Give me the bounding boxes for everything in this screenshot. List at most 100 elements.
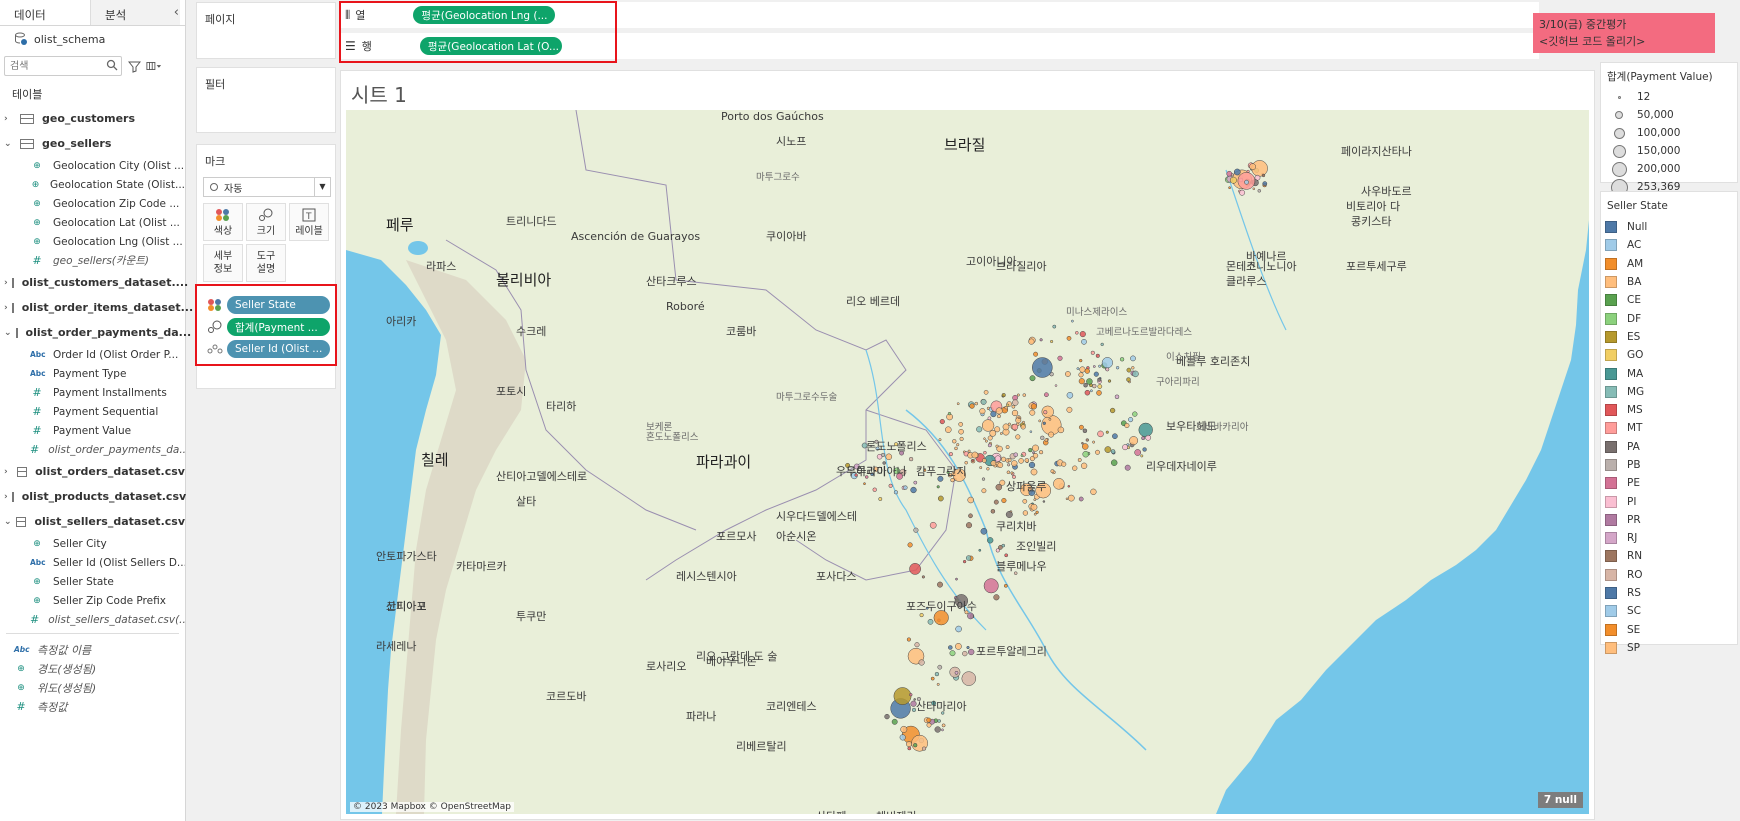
seller-point[interactable] (981, 477, 986, 481)
seller-point[interactable] (1140, 454, 1144, 458)
mark-button[interactable]: 도구 설명 (246, 244, 286, 282)
seller-point[interactable] (1053, 478, 1065, 490)
seller-point[interactable] (1132, 411, 1138, 417)
seller-point[interactable] (1079, 331, 1086, 338)
seller-point[interactable] (1004, 553, 1009, 558)
seller-point[interactable] (987, 443, 992, 448)
size-legend-item[interactable]: 50,000 (1601, 106, 1737, 124)
color-legend-item[interactable]: PE (1601, 474, 1737, 492)
field-item[interactable]: ⊕ Geolocation State (Olist... (0, 175, 185, 194)
field-item[interactable]: # olist_order_payments_da... (0, 440, 185, 459)
seller-point[interactable] (1006, 470, 1011, 475)
seller-point[interactable] (1092, 383, 1097, 389)
seller-point[interactable] (1005, 403, 1010, 407)
seller-point[interactable] (962, 650, 968, 657)
seller-point[interactable] (1086, 378, 1093, 385)
seller-point[interactable] (1082, 428, 1088, 434)
seller-point[interactable] (1101, 357, 1113, 369)
seller-point[interactable] (1032, 357, 1053, 378)
seller-point[interactable] (1028, 447, 1033, 453)
rows-pill[interactable]: 평균(Geolocation Lat (O... (419, 37, 562, 55)
seller-point[interactable] (1093, 371, 1099, 377)
seller-point[interactable] (967, 449, 971, 453)
seller-point[interactable] (1013, 452, 1018, 457)
seller-point[interactable] (958, 428, 964, 435)
field-item[interactable]: Abc Seller Id (Olist Sellers D... (0, 553, 185, 572)
seller-point[interactable] (971, 459, 975, 463)
seller-point[interactable] (891, 718, 898, 725)
seller-point[interactable] (958, 421, 964, 427)
seller-point[interactable] (954, 670, 959, 675)
seller-point[interactable] (993, 499, 999, 505)
seller-point[interactable] (1042, 500, 1046, 503)
field-item[interactable]: ⊕ Geolocation City (Olist ... (0, 156, 185, 175)
seller-point[interactable] (1001, 497, 1007, 504)
seller-point[interactable] (1022, 498, 1028, 504)
seller-point[interactable] (956, 402, 960, 406)
sheet-title[interactable]: 시트 1 (341, 71, 1594, 108)
seller-point[interactable] (1084, 389, 1091, 396)
mark-pill[interactable]: Seller State (227, 296, 330, 314)
seller-point[interactable] (987, 537, 994, 544)
seller-point[interactable] (934, 671, 940, 677)
annotation-note[interactable]: 3/10(금) 중간평가 <깃허브 코드 올리기> (1533, 13, 1715, 53)
seller-point[interactable] (966, 645, 970, 650)
seller-point[interactable] (926, 722, 932, 728)
seller-point[interactable] (1030, 468, 1038, 476)
seller-point[interactable] (1012, 399, 1019, 406)
seller-point[interactable] (983, 578, 999, 594)
seller-point[interactable] (1081, 443, 1089, 450)
seller-point[interactable] (1044, 392, 1049, 398)
seller-point[interactable] (980, 527, 988, 535)
map-copyright[interactable]: © 2023 Mapbox © OpenStreetMap (350, 802, 514, 812)
color-legend-item[interactable]: PA (1601, 438, 1737, 456)
color-legend-item[interactable]: PI (1601, 492, 1737, 510)
chevron-left-icon[interactable]: ‹ (174, 5, 179, 20)
seller-point[interactable] (1012, 474, 1016, 479)
seller-point[interactable] (1022, 510, 1029, 516)
color-legend-item[interactable]: SC (1601, 602, 1737, 620)
seller-point[interactable] (1105, 430, 1109, 434)
chevron-down-icon[interactable]: ⌄ (4, 517, 12, 527)
chevron-right-icon[interactable]: › (4, 278, 8, 288)
table-item[interactable]: ⌄ olist_order_payments_da... (0, 320, 191, 345)
field-item[interactable]: ⊕ Seller Zip Code Prefix (0, 591, 185, 610)
map-canvas[interactable]: 브라질볼리비아파라과이 칠레 페루 Porto dos Gaúchos 시노프페이라지산… (346, 110, 1589, 814)
seller-point[interactable] (1054, 384, 1058, 387)
seller-point[interactable] (914, 642, 920, 648)
seller-point[interactable] (907, 542, 913, 548)
seller-point[interactable] (965, 522, 973, 529)
seller-point[interactable] (961, 671, 977, 686)
measure-item[interactable]: ⊕ 경도(생성됨) (0, 659, 185, 678)
seller-point[interactable] (1033, 351, 1039, 357)
seller-point[interactable] (996, 445, 1003, 453)
seller-point[interactable] (899, 734, 906, 741)
seller-point[interactable] (1007, 422, 1011, 426)
color-legend-item[interactable]: PR (1601, 511, 1737, 529)
field-item[interactable]: ⊕ Seller State (0, 572, 185, 591)
mark-button[interactable]: T 레이블 (289, 203, 329, 241)
seller-point[interactable] (968, 648, 975, 656)
color-legend-item[interactable]: BA (1601, 273, 1737, 291)
field-item[interactable]: # olist_sellers_dataset.csv(... (0, 610, 185, 629)
seller-point[interactable] (952, 439, 957, 444)
seller-point[interactable] (1007, 463, 1011, 467)
color-legend-item[interactable]: AM (1601, 255, 1737, 273)
seller-point[interactable] (1081, 338, 1087, 345)
seller-point[interactable] (1011, 423, 1019, 431)
table-item[interactable]: › olist_order_items_dataset... (0, 295, 193, 320)
seller-point[interactable] (907, 746, 912, 751)
seller-point[interactable] (1110, 459, 1118, 466)
seller-point[interactable] (947, 411, 952, 416)
seller-point[interactable] (1252, 187, 1256, 191)
seller-point[interactable] (1022, 420, 1025, 424)
seller-point[interactable] (1100, 342, 1104, 347)
seller-point[interactable] (968, 513, 973, 519)
seller-point[interactable] (1066, 392, 1074, 399)
seller-point[interactable] (979, 408, 986, 415)
chevron-down-icon[interactable]: ⌄ (4, 139, 16, 149)
mark-button[interactable]: 세부 정보 (203, 244, 243, 282)
table-item[interactable]: ⌄ geo_sellers (0, 131, 185, 156)
mark-button[interactable]: 크기 (246, 203, 286, 241)
field-item[interactable]: ⊕ Seller City (0, 534, 185, 553)
